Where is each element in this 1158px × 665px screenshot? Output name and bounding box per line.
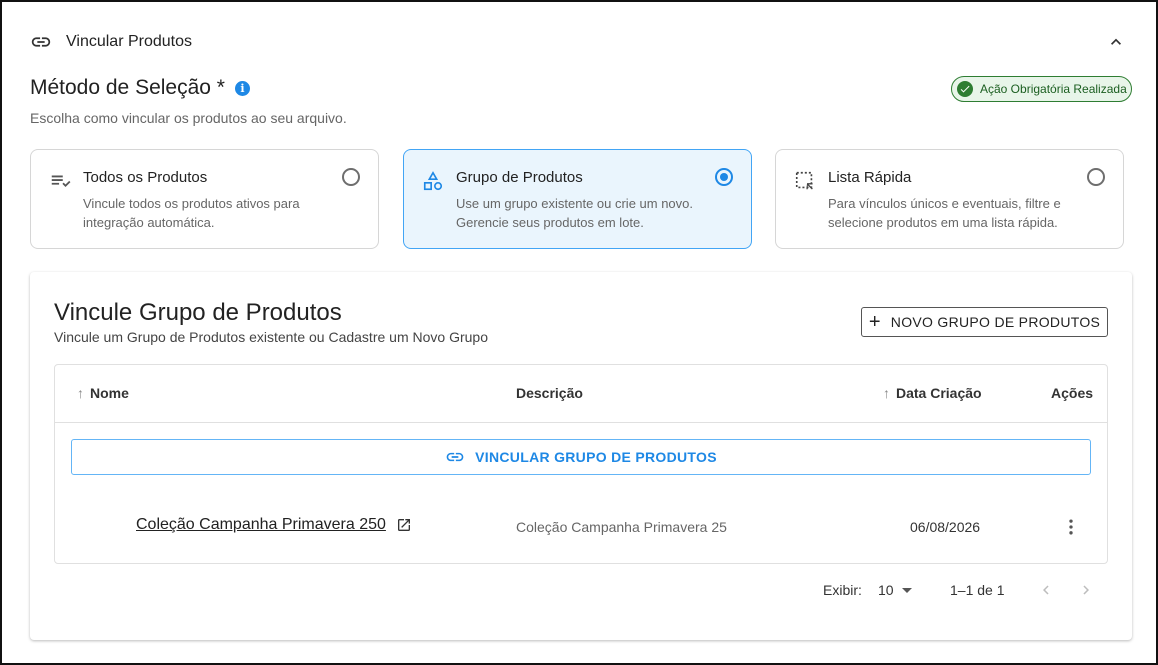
column-description-label: Descrição <box>516 385 583 401</box>
section-title: Vincule Grupo de Produtos <box>54 299 342 326</box>
column-header-actions: Ações <box>1051 385 1093 401</box>
app-frame: Vincular Produtos Método de Seleção * i … <box>0 0 1158 665</box>
chevron-right-icon[interactable] <box>1076 580 1096 600</box>
plus-icon: + <box>868 311 881 333</box>
selection-title: Método de Seleção * i <box>30 76 250 100</box>
method-card-quick-list[interactable]: Lista Rápida Para vínculos únicos e even… <box>775 149 1124 249</box>
column-name-label: Nome <box>90 385 129 401</box>
method-card-product-group[interactable]: Grupo de Produtos Use um grupo existente… <box>403 149 752 249</box>
checklist-icon <box>49 170 71 192</box>
check-circle-icon <box>957 81 973 97</box>
chevron-left-icon[interactable] <box>1036 580 1056 600</box>
sort-arrow-up-icon: ↑ <box>77 385 84 401</box>
method-radio-all-products[interactable] <box>342 168 360 186</box>
selection-subtitle: Escolha como vincular os produtos ao seu… <box>30 110 347 126</box>
method-card-description: Para vínculos únicos e eventuais, filtre… <box>828 196 1061 230</box>
shapes-icon <box>422 170 444 192</box>
chevron-up-icon[interactable] <box>1104 30 1128 54</box>
caret-down-icon <box>901 587 912 593</box>
status-badge: Ação Obrigatória Realizada <box>951 76 1132 102</box>
new-product-group-label: NOVO GRUPO DE PRODUTOS <box>890 314 1101 330</box>
method-card-description: Vincule todos os produtos ativos para in… <box>83 196 300 230</box>
method-radio-product-group[interactable] <box>715 168 733 186</box>
select-area-icon <box>794 170 816 192</box>
group-date: 06/08/2026 <box>910 519 981 535</box>
more-vert-icon[interactable] <box>1059 515 1083 539</box>
status-badge-text: Ação Obrigatória Realizada <box>980 82 1127 96</box>
method-card-all-products[interactable]: Todos os Produtos Vincule todos os produ… <box>30 149 379 249</box>
method-card-title: Lista Rápida <box>828 169 912 186</box>
rows-per-page-value: 10 <box>878 582 894 598</box>
section-subtitle: Vincule um Grupo de Produtos existente o… <box>54 329 488 345</box>
method-card-title: Grupo de Produtos <box>456 169 583 186</box>
open-in-new-icon[interactable] <box>396 517 412 533</box>
rows-per-page-label: Exibir: <box>823 582 862 598</box>
pagination-range: 1–1 de 1 <box>950 582 1005 598</box>
link-icon <box>445 447 465 467</box>
new-product-group-button[interactable]: + NOVO GRUPO DE PRODUTOS <box>861 307 1108 337</box>
selection-title-text: Método de Seleção * <box>30 76 225 99</box>
product-group-table: ↑ Nome Descrição ↑ Data Criação Ações VI… <box>54 364 1108 564</box>
sort-arrow-up-icon: ↑ <box>883 385 890 401</box>
link-product-group-button[interactable]: VINCULAR GRUPO DE PRODUTOS <box>71 439 1091 475</box>
column-actions-label: Ações <box>1051 385 1094 401</box>
rows-per-page-select[interactable]: 10 <box>878 582 912 598</box>
method-card-description: Use um grupo existente ou crie um novo. … <box>456 196 694 230</box>
column-header-date[interactable]: ↑ Data Criação <box>883 385 982 401</box>
table-header: ↑ Nome Descrição ↑ Data Criação Ações <box>55 365 1107 423</box>
link-icon <box>30 31 52 53</box>
group-description: Coleção Campanha Primavera 25 <box>516 519 727 535</box>
product-group-section: Vincule Grupo de Produtos Vincule um Gru… <box>30 272 1132 640</box>
column-header-name[interactable]: ↑ Nome <box>77 385 129 401</box>
pagination: Exibir: 10 1–1 de 1 <box>30 580 1132 600</box>
group-name-link[interactable]: Coleção Campanha Primavera 250 <box>136 516 412 534</box>
table-row: Coleção Campanha Primavera 250 Coleção C… <box>55 495 1107 555</box>
info-icon[interactable]: i <box>234 80 250 96</box>
group-name-text: Coleção Campanha Primavera 250 <box>136 516 386 533</box>
method-card-title: Todos os Produtos <box>83 169 208 186</box>
link-product-group-label: VINCULAR GRUPO DE PRODUTOS <box>475 449 717 465</box>
method-radio-quick-list[interactable] <box>1087 168 1105 186</box>
column-header-description: Descrição <box>516 385 583 401</box>
panel-header: Vincular Produtos <box>30 30 1130 54</box>
panel-title: Vincular Produtos <box>66 33 192 50</box>
column-date-label: Data Criação <box>896 385 982 401</box>
